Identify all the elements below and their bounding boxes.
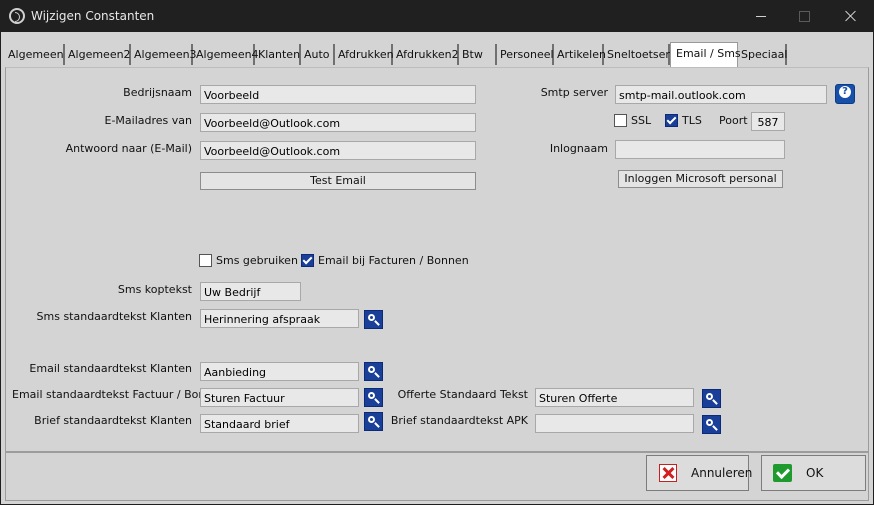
brief-apk-search-icon[interactable] [702, 415, 721, 434]
email-klanten-field[interactable]: Aanbieding [200, 362, 359, 381]
antwoord-field[interactable]: Voorbeeld@Outlook.com [200, 141, 476, 160]
email-klanten-label: Email standaardtekst Klanten [29, 362, 192, 375]
offerte-field[interactable]: Sturen Offerte [535, 388, 694, 407]
emailadres-label: E-Mailadres van [104, 114, 192, 127]
cancel-button[interactable]: Annuleren [646, 455, 753, 491]
email-klanten-search-icon[interactable] [364, 362, 383, 381]
tab-afdrukken2[interactable]: Afdrukken2 [393, 44, 459, 65]
tab-algemeen3[interactable]: Algemeen3 [131, 44, 197, 65]
ssl-checkbox[interactable] [614, 114, 627, 127]
title-bar: Wijzigen Constanten [0, 0, 874, 32]
email-factuur-search-icon[interactable] [364, 388, 383, 407]
sms-koptekst-label: Sms koptekst [117, 283, 192, 296]
tab-klanten[interactable]: Klanten [255, 44, 301, 65]
tab-strip: Algemeen Algemeen2 Algemeen3 Algemeen4 K… [5, 42, 869, 68]
close-button[interactable] [828, 0, 874, 32]
poort-label: Poort [719, 114, 748, 127]
tab-personeel[interactable]: Personeel [497, 44, 554, 65]
inlognaam-label: Inlognaam [549, 142, 608, 155]
poort-field[interactable]: 587 [751, 112, 785, 131]
brief-klanten-search-icon[interactable] [364, 412, 383, 431]
tab-algemeen[interactable]: Algemeen [5, 44, 65, 65]
email-factuur-label: Email standaardtekst Factuur / Bon [12, 388, 206, 401]
email-sms-panel: Bedrijsnaam Voorbeeld E-Mailadres van Vo… [5, 67, 869, 452]
brief-apk-field[interactable] [535, 414, 694, 433]
sms-gebruiken-label: Sms gebruiken [216, 254, 298, 267]
sms-koptekst-field[interactable]: Uw Bedrijf [200, 282, 301, 301]
bedrijfsnaam-label: Bedrijsnaam [123, 86, 192, 99]
tab-speciaal[interactable]: Speciaal [738, 44, 787, 65]
email-factuur-field[interactable]: Sturen Factuur [200, 388, 359, 407]
sms-standaard-search-icon[interactable] [364, 310, 383, 329]
offerte-search-icon[interactable] [702, 389, 721, 408]
window-title: Wijzigen Constanten [31, 9, 155, 23]
tab-afdrukken[interactable]: Afdrukken [335, 44, 394, 65]
sms-standaard-label: Sms standaardtekst Klanten [36, 310, 192, 323]
tab-email-sms[interactable]: Email / Sms [670, 42, 741, 68]
brief-klanten-field[interactable]: Standaard brief [200, 414, 359, 433]
login-microsoft-button[interactable]: Inloggen Microsoft personal [618, 170, 783, 188]
tab-algemeen2[interactable]: Algemeen2 [65, 44, 131, 65]
test-email-button[interactable]: Test Email [200, 172, 476, 190]
antwoord-label: Antwoord naar (E-Mail) [65, 142, 192, 155]
dialog-client: Algemeen Algemeen2 Algemeen3 Algemeen4 K… [1, 32, 873, 504]
inlognaam-field[interactable] [615, 140, 785, 159]
cancel-label: Annuleren [691, 466, 753, 480]
tab-artikelen[interactable]: Artikelen [554, 44, 606, 65]
email-facturen-checkbox[interactable] [301, 254, 314, 267]
sms-gebruiken-checkbox[interactable] [199, 254, 212, 267]
tls-checkbox[interactable] [665, 114, 678, 127]
tab-algemeen4[interactable]: Algemeen4 [193, 44, 259, 65]
tab-auto[interactable]: Auto [301, 44, 335, 65]
tab-sneltoetsen[interactable]: Sneltoetsen [604, 44, 672, 65]
ok-button[interactable]: OK [761, 455, 866, 491]
button-bar: Annuleren OK [5, 452, 869, 501]
emailadres-field[interactable]: Voorbeeld@Outlook.com [200, 113, 476, 132]
smtp-server-field[interactable]: smtp-mail.outlook.com [615, 85, 827, 104]
sms-standaard-field[interactable]: Herinnering afspraak [200, 309, 359, 328]
ssl-label: SSL [631, 114, 652, 127]
checkmark-icon [773, 464, 792, 482]
brief-klanten-label: Brief standaardtekst Klanten [34, 414, 192, 427]
minimize-button[interactable] [738, 0, 784, 32]
cancel-x-icon [659, 464, 677, 482]
smtp-server-label: Smtp server [540, 86, 608, 99]
brief-apk-label: Brief standaardtekst APK [390, 414, 528, 427]
tab-btw[interactable]: Btw [459, 44, 497, 65]
bedrijfsnaam-field[interactable]: Voorbeeld [200, 85, 476, 104]
tls-label: TLS [682, 114, 702, 127]
app-icon [9, 8, 25, 24]
question-icon: ? [839, 86, 851, 98]
help-icon[interactable]: ? [835, 84, 855, 104]
offerte-label: Offerte Standaard Tekst [397, 388, 528, 401]
maximize-button[interactable] [781, 0, 827, 32]
email-facturen-label: Email bij Facturen / Bonnen [318, 254, 469, 267]
ok-label: OK [806, 466, 824, 480]
